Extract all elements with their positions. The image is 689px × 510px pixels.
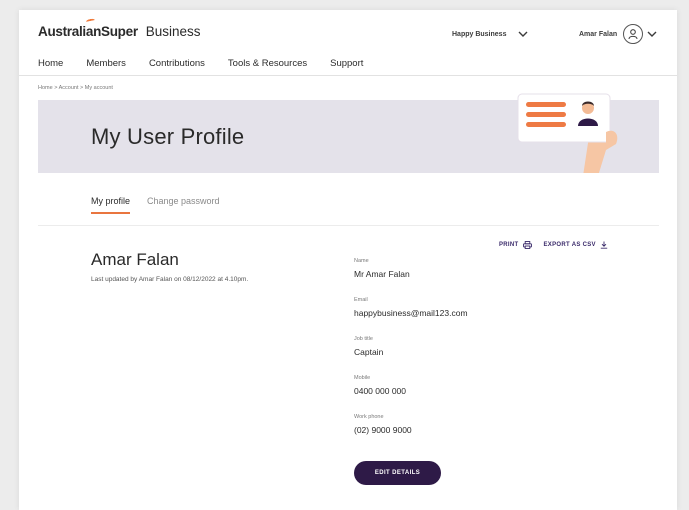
- page-banner: My User Profile: [38, 93, 659, 176]
- field-email: Email happybusiness@mail123.com: [354, 297, 468, 318]
- user-avatar-icon: [623, 24, 644, 44]
- brand-name: AustralianSuper: [38, 24, 138, 39]
- export-label: EXPORT AS CSV: [543, 242, 596, 248]
- organisation-name: Happy Business: [452, 30, 507, 38]
- profile-actions: PRINT EXPORT AS CSV: [499, 241, 608, 249]
- nav-tools-resources[interactable]: Tools & Resources: [228, 58, 307, 69]
- chevron-down-icon: [518, 31, 528, 37]
- field-label: Mobile: [354, 375, 371, 381]
- field-value: (02) 9000 9000: [354, 425, 412, 435]
- field-value: Captain: [354, 347, 384, 357]
- brand-logo[interactable]: AustralianSuper Business: [38, 18, 201, 39]
- brand-sub: Business: [145, 24, 201, 39]
- tabs-divider: [38, 225, 659, 226]
- print-label: PRINT: [499, 242, 519, 248]
- field-work-phone: Work phone (02) 9000 9000: [354, 414, 412, 435]
- profile-heading: Amar Falan: [91, 250, 179, 269]
- nav-home[interactable]: Home: [38, 58, 63, 69]
- printer-icon: [522, 241, 532, 249]
- field-value: 0400 000 000: [354, 386, 406, 396]
- export-csv-button[interactable]: EXPORT AS CSV: [544, 241, 608, 249]
- user-menu[interactable]: Amar Falan: [579, 24, 657, 44]
- field-label: Job title: [354, 336, 373, 342]
- field-value: happybusiness@mail123.com: [354, 308, 468, 318]
- organisation-selector[interactable]: Happy Business: [452, 30, 528, 38]
- browser-frame: AustralianSuper Business Happy Business …: [19, 10, 677, 510]
- nav-members[interactable]: Members: [86, 58, 126, 69]
- nav-contributions[interactable]: Contributions: [149, 58, 205, 69]
- field-name: Name Mr Amar Falan: [354, 258, 410, 279]
- nav-support[interactable]: Support: [330, 58, 363, 69]
- field-job-title: Job title Captain: [354, 336, 383, 357]
- field-value: Mr Amar Falan: [354, 269, 410, 279]
- tab-change-password[interactable]: Change password: [147, 196, 220, 214]
- site-header: AustralianSuper Business Happy Business …: [19, 10, 677, 76]
- download-icon: [600, 241, 608, 249]
- last-updated-text: Last updated by Amar Falan on 08/12/2022…: [91, 276, 249, 283]
- profile-card-illustration-icon: [517, 93, 618, 176]
- profile-tabs: My profile Change password: [91, 196, 220, 214]
- user-name: Amar Falan: [579, 30, 618, 38]
- edit-details-button[interactable]: EDIT DETAILS: [354, 461, 441, 485]
- field-mobile: Mobile 0400 000 000: [354, 375, 406, 396]
- breadcrumb[interactable]: Home > Account > My account: [38, 85, 113, 91]
- field-label: Email: [354, 297, 368, 303]
- field-label: Work phone: [354, 414, 384, 420]
- field-label: Name: [354, 258, 369, 264]
- tab-my-profile[interactable]: My profile: [91, 196, 131, 214]
- print-button[interactable]: PRINT: [499, 241, 532, 249]
- page-title: My User Profile: [91, 124, 245, 149]
- profile-content: My profile Change password PRINT EXPORT …: [38, 173, 659, 510]
- main-nav: Home Members Contributions Tools & Resou…: [38, 58, 386, 69]
- chevron-down-icon: [647, 31, 657, 37]
